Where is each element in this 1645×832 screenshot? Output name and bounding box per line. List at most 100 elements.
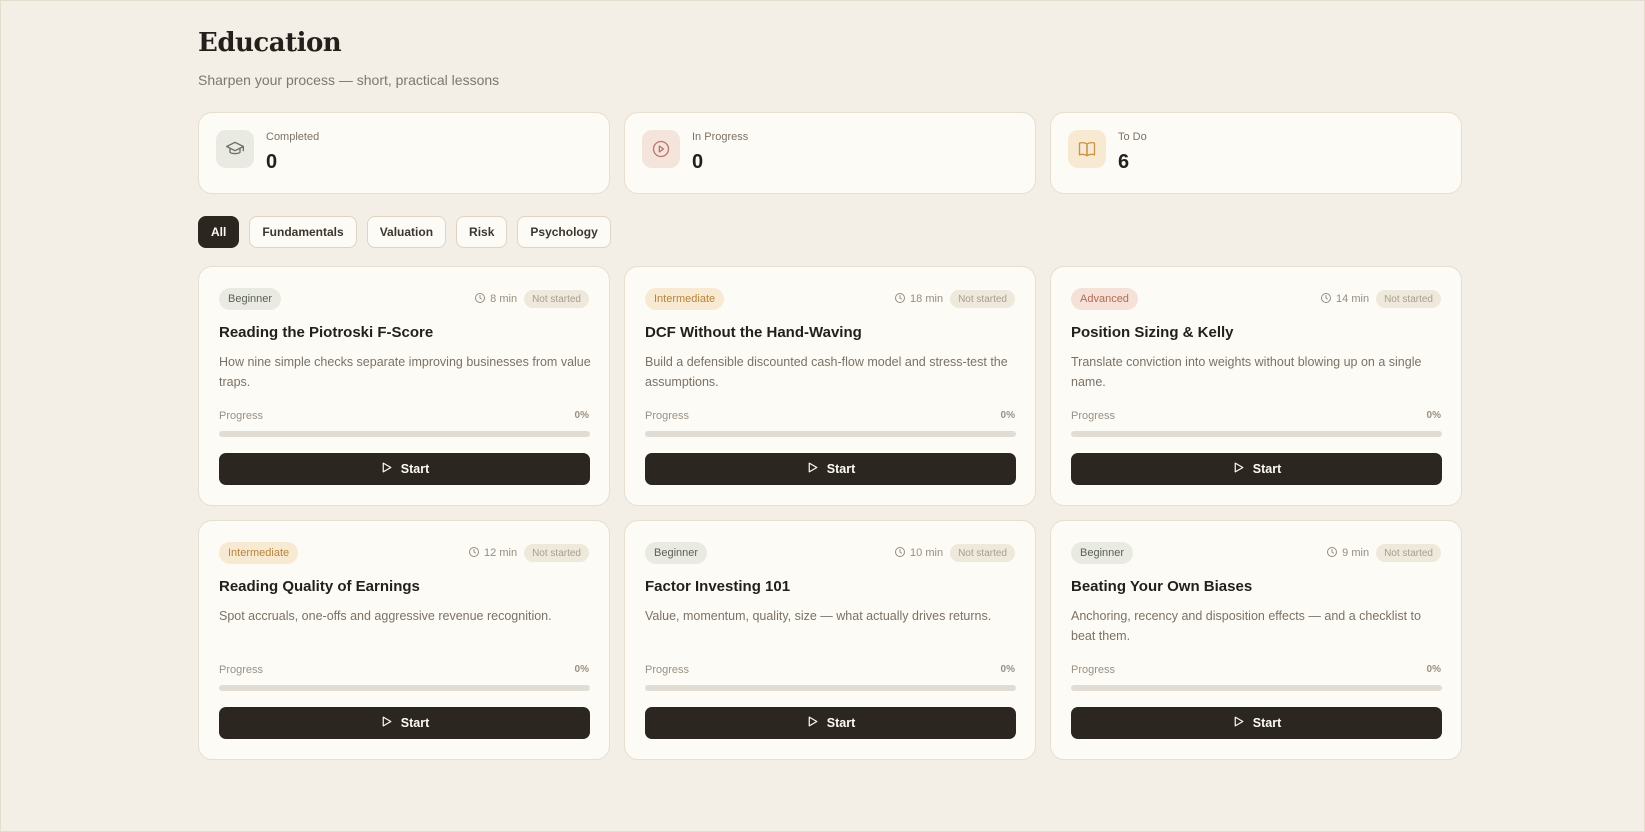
lesson-description: Translate conviction into weights withou… [1071,355,1422,389]
lesson-description: Value, momentum, quality, size — what ac… [645,609,992,623]
progress-label: Progress [1071,410,1116,422]
stat-value: 0 [266,151,278,173]
stat-label: In Progress [692,131,749,143]
play-icon [806,461,819,477]
lesson-meta: 8 min Not started [474,289,589,309]
filter-psychology[interactable]: Psychology [517,216,611,248]
level-badge: Beginner [219,288,282,310]
start-label: Start [1252,462,1282,476]
lesson-title: Factor Investing 101 [645,578,791,595]
play-icon [380,715,393,731]
start-button[interactable]: Start [1071,707,1442,739]
level-badge: Advanced [1071,288,1138,310]
progress-label: Progress [219,664,264,676]
play-icon [380,461,393,477]
lesson-title: Beating Your Own Biases [1071,578,1253,595]
lesson-meta: 18 min Not started [894,289,1015,309]
progress-bar [1071,431,1442,437]
duration-text: 10 min [910,547,944,559]
progress-value: 0% [574,410,589,421]
duration: 9 min [1326,546,1369,561]
duration: 8 min [474,292,517,307]
stat-value: 6 [1118,151,1130,173]
start-label: Start [400,462,430,476]
progress-bar [1071,685,1442,691]
progress-label: Progress [645,410,690,422]
stat-label: To Do [1118,131,1147,143]
duration: 10 min [894,546,943,561]
lesson-title: DCF Without the Hand-Waving [645,324,862,341]
lesson-description: How nine simple checks separate improvin… [219,355,591,389]
lesson-description: Build a defensible discounted cash-flow … [645,355,1008,389]
duration: 12 min [468,546,517,561]
progress-label: Progress [219,410,264,422]
duration-text: 9 min [1342,547,1370,559]
lesson-meta: 9 min Not started [1326,543,1441,563]
lesson-card: Advanced 14 min Not started Position Siz… [1050,266,1462,506]
book-open-icon [1068,130,1106,168]
play-icon [1232,461,1245,477]
start-label: Start [826,716,856,730]
page-title: Education [198,28,342,58]
lesson-meta: 12 min Not started [468,543,589,563]
clock-icon [468,546,480,561]
status-badge: Not started [1376,290,1441,308]
start-label: Start [1252,716,1282,730]
start-button[interactable]: Start [645,453,1016,485]
progress-value: 0% [1000,410,1015,421]
status-badge: Not started [950,544,1015,562]
clock-icon [474,292,486,307]
stat-card-completed: Completed 0 [198,112,610,194]
level-badge: Intermediate [645,288,725,310]
play-icon [1232,715,1245,731]
stat-value: 0 [692,151,704,173]
progress-bar [645,685,1016,691]
level-badge: Beginner [1071,542,1134,564]
status-badge: Not started [524,290,589,308]
duration-text: 12 min [484,547,518,559]
level-badge: Intermediate [219,542,299,564]
filter-all[interactable]: All [198,216,240,248]
duration-text: 18 min [910,293,944,305]
progress-value: 0% [1426,410,1441,421]
duration: 14 min [1320,292,1369,307]
lesson-card: Intermediate 18 min Not started DCF With… [624,266,1036,506]
lesson-meta: 14 min Not started [1320,289,1441,309]
progress-label: Progress [1071,664,1116,676]
lesson-meta: 10 min Not started [894,543,1015,563]
clock-icon [894,292,906,307]
start-button[interactable]: Start [219,707,590,739]
progress-value: 0% [1426,664,1441,675]
graduation-cap-icon [216,130,254,168]
stat-card-in-progress: In Progress 0 [624,112,1036,194]
start-button[interactable]: Start [1071,453,1442,485]
lesson-card: Beginner 9 min Not started Beating Your … [1050,520,1462,760]
category-filters: All Fundamentals Valuation Risk Psycholo… [198,216,611,248]
progress-bar [219,431,590,437]
filter-fundamentals[interactable]: Fundamentals [249,216,357,248]
lesson-title: Reading the Piotroski F-Score [219,324,434,341]
filter-risk[interactable]: Risk [456,216,508,248]
lesson-title: Reading Quality of Earnings [219,578,420,595]
duration-text: 14 min [1336,293,1370,305]
start-label: Start [400,716,430,730]
duration-text: 8 min [490,293,518,305]
status-badge: Not started [524,544,589,562]
lesson-description: Anchoring, recency and disposition effec… [1071,609,1421,643]
progress-bar [645,431,1016,437]
clock-icon [1320,292,1332,307]
status-badge: Not started [950,290,1015,308]
duration: 18 min [894,292,943,307]
stats-row: Completed 0 In Progress 0 To Do 6 [198,112,1462,194]
start-label: Start [826,462,856,476]
stat-label: Completed [266,131,320,143]
stat-card-to-do: To Do 6 [1050,112,1462,194]
lesson-card: Intermediate 12 min Not started Reading … [198,520,610,760]
lesson-card: Beginner 8 min Not started Reading the P… [198,266,610,506]
lesson-title: Position Sizing & Kelly [1071,324,1234,341]
filter-valuation[interactable]: Valuation [366,216,447,248]
play-circle-icon [642,130,680,168]
lesson-card: Beginner 10 min Not started Factor Inves… [624,520,1036,760]
start-button[interactable]: Start [219,453,590,485]
start-button[interactable]: Start [645,707,1016,739]
